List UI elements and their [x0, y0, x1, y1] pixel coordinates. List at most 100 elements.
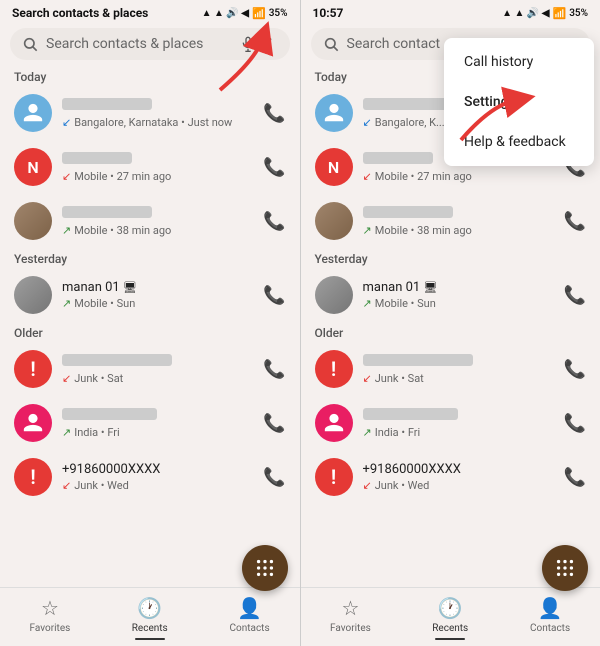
- call-item-2[interactable]: N ↙ Mobile • 27 min ago 📞: [0, 140, 300, 194]
- avatar-r6: [315, 404, 353, 442]
- blurred-name-r6: [363, 408, 458, 420]
- call-item-4[interactable]: manan 01 🖥 ↗ Mobile • Sun 📞: [0, 268, 300, 322]
- status-icons-left: ▲ ▲ 🔊 ◀ 📶 35%: [202, 7, 288, 20]
- call-info-5: ↙ Junk • Sat: [62, 354, 253, 385]
- call-info-2: ↙ Mobile • 27 min ago: [62, 152, 253, 183]
- detail-text-r3: Mobile • 38 min ago: [375, 224, 472, 237]
- call-detail-4: ↗ Mobile • Sun: [62, 297, 253, 310]
- section-yesterday-right: Yesterday: [301, 248, 600, 268]
- blurred-name-r1: [363, 98, 453, 110]
- call-item-r7[interactable]: ! +91860000XXXX ↙ Junk • Wed 📞: [301, 450, 600, 504]
- time-right: 10:57: [313, 6, 344, 20]
- call-item-r5[interactable]: ! ↙ Junk • Sat 📞: [301, 342, 600, 396]
- nav-contacts-left[interactable]: 👤 Contacts: [200, 588, 300, 646]
- mic-icon-left[interactable]: [240, 36, 256, 52]
- name-7: +91860000XXXX: [62, 462, 253, 477]
- call-item-1[interactable]: ↙ Bangalore, Karnataka • Just now 📞: [0, 86, 300, 140]
- section-older-left: Older: [0, 322, 300, 342]
- call-info-r6: ↗ India • Fri: [363, 408, 554, 439]
- avatar-5: !: [14, 350, 52, 388]
- contacts-icon-right: 👤: [538, 596, 563, 620]
- phone-btn-r6[interactable]: 📞: [564, 413, 586, 434]
- dropdown-help[interactable]: Help & feedback: [444, 122, 594, 162]
- blurred-name-3: [62, 206, 152, 218]
- nav-favorites-left[interactable]: ☆ Favorites: [0, 588, 100, 646]
- fab-button[interactable]: [242, 545, 288, 591]
- blurred-name-1: [62, 98, 152, 110]
- nav-favorites-right[interactable]: ☆ Favorites: [301, 588, 401, 646]
- detail-text-r1: Bangalore, K...: [375, 116, 445, 129]
- call-detail-6: ↗ India • Fri: [62, 426, 253, 439]
- arrow-r7: ↙: [363, 479, 372, 492]
- call-item-7[interactable]: ! +91860000XXXX ↙ Junk • Wed 📞: [0, 450, 300, 504]
- detail-text-7: Junk • Wed: [74, 479, 129, 492]
- phone-btn-r7[interactable]: 📞: [564, 467, 586, 488]
- blurred-name-r2: [363, 152, 433, 164]
- arrow-r4: ↗: [363, 297, 372, 310]
- avatar-4: [14, 276, 52, 314]
- signal-icons-right: ▲ ▲ 🔊 ◀: [502, 8, 549, 19]
- call-item-5[interactable]: ! ↙ Junk • Sat 📞: [0, 342, 300, 396]
- arrow-r1: ↙: [363, 116, 372, 129]
- phone-btn-1[interactable]: 📞: [263, 103, 285, 124]
- nav-recents-right[interactable]: 🕐 Recents: [400, 588, 500, 646]
- nav-recents-left[interactable]: 🕐 Recents: [100, 588, 200, 646]
- favorites-icon-left: ☆: [41, 596, 59, 620]
- call-item-r6[interactable]: ↗ India • Fri 📞: [301, 396, 600, 450]
- call-item-r4[interactable]: manan 01 🖥 ↗ Mobile • Sun 📞: [301, 268, 600, 322]
- call-detail-r5: ↙ Junk • Sat: [363, 372, 554, 385]
- detail-text-2: Mobile • 27 min ago: [74, 170, 171, 183]
- detail-text-3: Mobile • 38 min ago: [74, 224, 171, 237]
- call-detail-r7: ↙ Junk • Wed: [363, 479, 554, 492]
- call-detail-r6: ↗ India • Fri: [363, 426, 554, 439]
- phone-btn-4[interactable]: 📞: [263, 285, 285, 306]
- phone-btn-5[interactable]: 📞: [263, 359, 285, 380]
- detail-text-1: Bangalore, Karnataka • Just now: [74, 116, 232, 129]
- blurred-name-5: [62, 354, 172, 366]
- arrow-3: ↗: [62, 224, 71, 237]
- search-bar-left[interactable]: Search contacts & places: [10, 28, 290, 60]
- name-r7: +91860000XXXX: [363, 462, 554, 477]
- left-panel: Search contacts & places ▲ ▲ 🔊 ◀ 📶 35% S…: [0, 0, 300, 646]
- arrow-1: ↙: [62, 116, 71, 129]
- detail-text-4: Mobile • Sun: [74, 297, 135, 310]
- status-bar-right: 10:57 ▲ ▲ 🔊 ◀ 📶 35%: [301, 0, 600, 24]
- call-detail-r4: ↗ Mobile • Sun: [363, 297, 554, 310]
- call-info-r7: +91860000XXXX ↙ Junk • Wed: [363, 462, 554, 492]
- phone-btn-2[interactable]: 📞: [263, 157, 285, 178]
- dropdown-settings[interactable]: Settings: [444, 82, 594, 122]
- bottom-nav-left: ☆ Favorites 🕐 Recents 👤 Contacts: [0, 587, 300, 646]
- avatar-3: [14, 202, 52, 240]
- favorites-label-left: Favorites: [30, 623, 71, 634]
- fab-button-right[interactable]: [542, 545, 588, 591]
- arrow-6: ↗: [62, 426, 71, 439]
- search-actions-left: [240, 36, 278, 52]
- phone-btn-7[interactable]: 📞: [263, 467, 285, 488]
- nav-contacts-right[interactable]: 👤 Contacts: [500, 588, 600, 646]
- call-item-r3[interactable]: ↗ Mobile • 38 min ago 📞: [301, 194, 600, 248]
- phone-btn-r3[interactable]: 📞: [564, 211, 586, 232]
- call-info-1: ↙ Bangalore, Karnataka • Just now: [62, 98, 253, 129]
- contacts-label-right: Contacts: [530, 623, 570, 634]
- call-item-6[interactable]: ↗ India • Fri 📞: [0, 396, 300, 450]
- arrow-r6: ↗: [363, 426, 372, 439]
- more-icon-left[interactable]: [262, 36, 278, 52]
- dropdown-call-history[interactable]: Call history: [444, 42, 594, 82]
- call-detail-r2: ↙ Mobile • 27 min ago: [363, 170, 554, 183]
- name-4: manan 01 🖥: [62, 280, 253, 295]
- phone-btn-r5[interactable]: 📞: [564, 359, 586, 380]
- call-item-3[interactable]: ↗ Mobile • 38 min ago 📞: [0, 194, 300, 248]
- detail-text-r7: Junk • Wed: [375, 479, 430, 492]
- call-detail-1: ↙ Bangalore, Karnataka • Just now: [62, 116, 253, 129]
- phone-btn-r4[interactable]: 📞: [564, 285, 586, 306]
- dropdown-menu: Call history Settings Help & feedback: [444, 38, 594, 166]
- phone-btn-3[interactable]: 📞: [263, 211, 285, 232]
- blurred-name-6: [62, 408, 157, 420]
- recents-label-right: Recents: [432, 623, 468, 634]
- call-info-r4: manan 01 🖥 ↗ Mobile • Sun: [363, 280, 554, 310]
- phone-btn-6[interactable]: 📞: [263, 413, 285, 434]
- favorites-label-right: Favorites: [330, 623, 371, 634]
- detail-text-5: Junk • Sat: [74, 372, 123, 385]
- battery-left: 35%: [269, 8, 288, 19]
- call-info-6: ↗ India • Fri: [62, 408, 253, 439]
